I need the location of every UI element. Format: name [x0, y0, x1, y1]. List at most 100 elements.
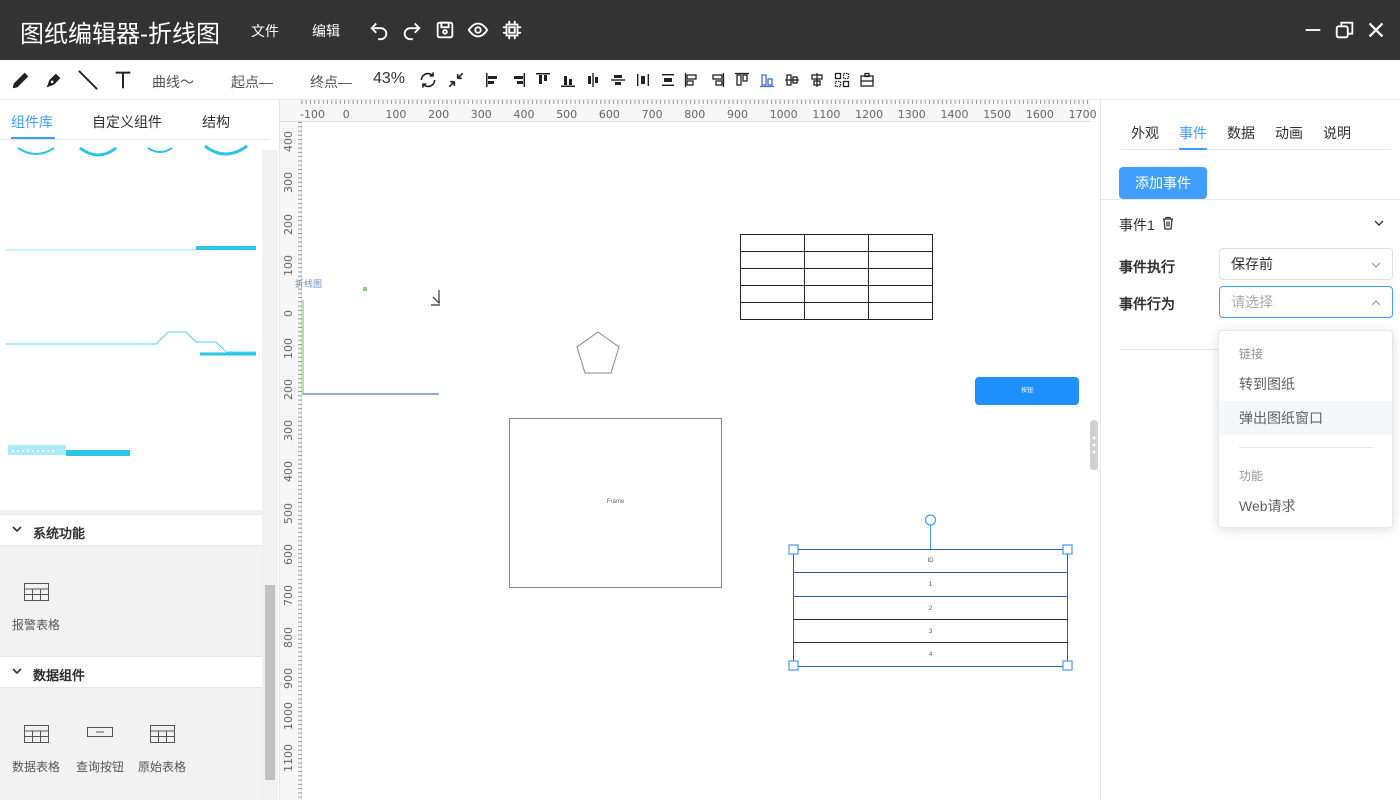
- action-select[interactable]: 请选择: [1219, 286, 1393, 318]
- align-right-icon[interactable]: [510, 72, 526, 88]
- section-system-functions[interactable]: 系统功能: [0, 514, 262, 546]
- zoom-level[interactable]: 43%: [373, 70, 405, 88]
- exec-select-value: 保存前: [1231, 256, 1273, 272]
- ruler-label: 700: [641, 108, 663, 121]
- line-chart-widget[interactable]: [300, 280, 440, 400]
- ungroup-icon[interactable]: [859, 72, 875, 88]
- menu-edit[interactable]: 编辑: [312, 21, 340, 41]
- title-bar: 图纸编辑器-折线图 文件 编辑: [0, 0, 1400, 60]
- minimize-icon[interactable]: [1302, 19, 1324, 41]
- ruler-label: 1300: [897, 108, 926, 121]
- add-event-button[interactable]: 添加事件: [1119, 167, 1207, 199]
- exec-select[interactable]: 保存前: [1219, 248, 1393, 280]
- divider: [1101, 199, 1400, 200]
- canvas-scroll-handle[interactable]: [1090, 420, 1098, 470]
- right-stack-icon[interactable]: [709, 72, 725, 88]
- option-go-to-drawing[interactable]: 转到图纸: [1219, 367, 1392, 401]
- frame-widget[interactable]: Frame: [509, 418, 722, 588]
- center-stack-h-icon[interactable]: [784, 72, 800, 88]
- chevron-down-icon[interactable]: [1373, 217, 1385, 229]
- pencil-icon[interactable]: [10, 69, 32, 91]
- grid-table-widget[interactable]: [740, 234, 934, 320]
- undo-icon[interactable]: [368, 19, 390, 41]
- dropdown-group-link: 链接: [1239, 347, 1264, 361]
- distribute-v-icon[interactable]: [660, 72, 676, 88]
- align-bottom-icon[interactable]: [560, 72, 576, 88]
- tab-description[interactable]: 说明: [1323, 123, 1351, 143]
- top-stack-icon[interactable]: [734, 72, 750, 88]
- component-label: 报警表格: [11, 618, 60, 632]
- chevron-down-icon: [1371, 262, 1381, 268]
- canvas-area[interactable]: -100 0 100 200 300 400 500 600 700 800 900 1000 1100…: [280, 100, 1100, 800]
- distribute-h-icon[interactable]: [635, 72, 651, 88]
- end-point-selector[interactable]: 终点—: [310, 72, 352, 92]
- tab-structure[interactable]: 结构: [202, 112, 230, 132]
- left-stack-icon[interactable]: [684, 72, 700, 88]
- ruler-ticks: [294, 122, 302, 800]
- component-alarm-table[interactable]: 报警表格: [6, 578, 66, 638]
- ruler-label: 100: [385, 108, 407, 121]
- chip-icon[interactable]: [501, 19, 523, 41]
- tab-animation[interactable]: 动画: [1275, 123, 1303, 143]
- ruler-label: 400: [513, 108, 535, 121]
- component-raw-table[interactable]: 原始表格: [132, 720, 192, 780]
- exec-label: 事件执行: [1119, 259, 1175, 275]
- component-label: 原始表格: [137, 760, 186, 774]
- bottom-stack-icon[interactable]: [759, 72, 775, 88]
- component-data-table[interactable]: 数据表格: [6, 720, 66, 780]
- decor-components-preview: [0, 140, 262, 510]
- ruler-label: 500: [282, 502, 295, 524]
- table-icon: [150, 725, 175, 743]
- frame-label: Frame: [606, 499, 625, 505]
- center-stack-v-icon[interactable]: [809, 72, 825, 88]
- option-web-request[interactable]: Web请求: [1219, 489, 1392, 523]
- align-center-h-icon[interactable]: [585, 72, 601, 88]
- canvas-button-widget[interactable]: 按钮: [975, 377, 1079, 405]
- section-title: 系统功能: [33, 526, 86, 541]
- dropdown-separator: [1239, 447, 1373, 448]
- tab-data[interactable]: 数据: [1227, 123, 1255, 143]
- curve-selector[interactable]: 曲线～: [152, 72, 194, 92]
- line-icon[interactable]: [77, 69, 99, 91]
- trash-icon[interactable]: [1161, 216, 1175, 230]
- event-title: 事件1: [1119, 215, 1155, 235]
- scrollbar-thumb[interactable]: [265, 585, 275, 780]
- redo-icon[interactable]: [401, 19, 423, 41]
- align-center-v-icon[interactable]: [610, 72, 626, 88]
- save-icon[interactable]: [434, 19, 456, 41]
- align-top-icon[interactable]: [535, 72, 551, 88]
- pentagon-shape[interactable]: [575, 330, 621, 376]
- close-icon[interactable]: [1365, 19, 1387, 41]
- menu-file[interactable]: 文件: [251, 21, 279, 41]
- preview-eye-icon[interactable]: [467, 19, 489, 41]
- tab-custom-components[interactable]: 自定义组件: [92, 112, 162, 132]
- tab-events[interactable]: 事件: [1179, 123, 1207, 143]
- group-icon[interactable]: [834, 72, 850, 88]
- selection-handles[interactable]: [785, 512, 1077, 674]
- text-icon[interactable]: [112, 69, 134, 91]
- chevron-down-icon: [12, 668, 22, 675]
- ruler-label: 200: [282, 213, 295, 235]
- left-scrollbar[interactable]: [262, 150, 278, 800]
- ruler-label: 1200: [855, 108, 884, 121]
- ruler-label: 700: [282, 585, 295, 607]
- section-data-components[interactable]: 数据组件: [0, 656, 262, 688]
- start-point-selector[interactable]: 起点—: [231, 72, 273, 92]
- refresh-icon[interactable]: [418, 70, 438, 90]
- active-tab-indicator: [1179, 148, 1207, 150]
- align-left-icon[interactable]: [485, 72, 501, 88]
- tab-appearance[interactable]: 外观: [1131, 123, 1159, 143]
- ruler-label: 200: [428, 108, 450, 121]
- option-popup-drawing-window[interactable]: 弹出图纸窗口: [1219, 401, 1392, 435]
- ruler-label: 1000: [282, 702, 295, 731]
- button-widget-label: 按钮: [1020, 388, 1033, 394]
- ruler-label: 1000: [769, 108, 798, 121]
- ruler-label: 1500: [983, 108, 1012, 121]
- component-query-button[interactable]: 查询按钮: [70, 720, 130, 780]
- restore-icon[interactable]: [1334, 19, 1356, 41]
- pen-icon[interactable]: [43, 69, 65, 91]
- tab-component-library[interactable]: 组件库: [11, 112, 53, 132]
- ruler-label: 600: [282, 544, 295, 565]
- shrink-icon[interactable]: [446, 70, 466, 90]
- toolbar: 曲线～ 起点— 终点— 43%: [0, 60, 1400, 100]
